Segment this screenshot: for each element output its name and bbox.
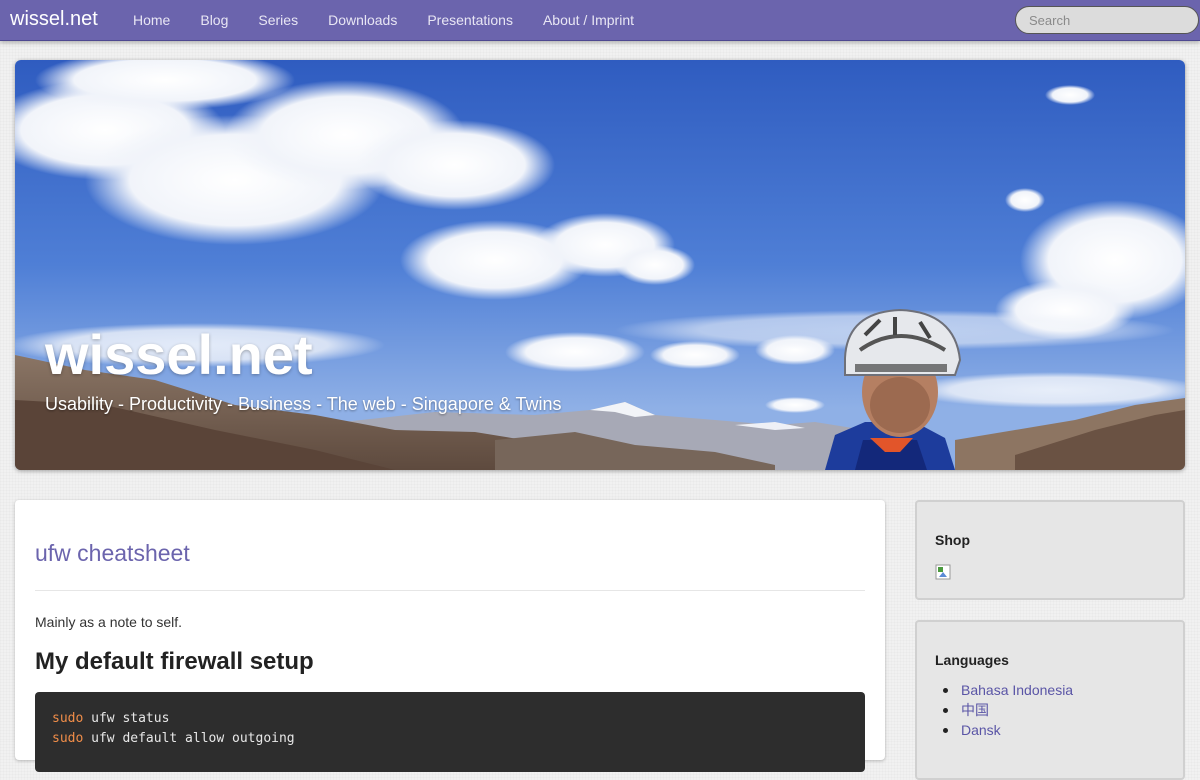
language-link[interactable]: Bahasa Indonesia: [935, 680, 1073, 700]
code-keyword: sudo: [52, 711, 84, 726]
post-card: ufw cheatsheet Mainly as a note to self.…: [15, 500, 885, 772]
nav-series[interactable]: Series: [243, 0, 313, 40]
shop-widget: Shop: [915, 500, 1185, 600]
site-title: wissel.net: [45, 323, 313, 386]
code-keyword: sudo: [52, 731, 84, 746]
nav-links: Home Blog Series Downloads Presentations…: [118, 0, 649, 40]
nav-about-imprint[interactable]: About / Imprint: [528, 0, 649, 40]
brand-logo-link[interactable]: wissel.net: [10, 8, 98, 31]
hero-banner: wissel.net Usability - Productivity - Bu…: [15, 60, 1185, 470]
post-intro: Mainly as a note to self.: [35, 614, 183, 630]
code-text: ufw status: [83, 711, 170, 726]
broken-image-icon[interactable]: [935, 564, 951, 580]
languages-widget: Languages Bahasa Indonesia 中国 Dansk: [915, 620, 1185, 780]
language-link[interactable]: Dansk: [935, 720, 1073, 740]
languages-list: Bahasa Indonesia 中国 Dansk: [935, 680, 1073, 740]
nav-blog[interactable]: Blog: [185, 0, 243, 40]
nav-presentations[interactable]: Presentations: [412, 0, 528, 40]
code-text: ufw default allow outgoing: [83, 731, 295, 746]
section-heading: My default firewall setup: [35, 648, 314, 675]
code-block: sudo ufw status sudo ufw default allow o…: [35, 692, 865, 772]
post-title-link[interactable]: ufw cheatsheet: [35, 540, 190, 567]
divider: [35, 590, 865, 591]
nav-downloads[interactable]: Downloads: [313, 0, 412, 40]
search-input[interactable]: [1015, 6, 1199, 34]
language-link[interactable]: 中国: [935, 700, 1073, 720]
code-line: sudo ufw status: [52, 709, 865, 729]
site-tagline: Usability - Productivity - Business - Th…: [45, 394, 562, 414]
navbar: wissel.net Home Blog Series Downloads Pr…: [0, 0, 1200, 41]
nav-home[interactable]: Home: [118, 0, 185, 40]
code-line: sudo ufw default allow outgoing: [52, 729, 865, 749]
shop-heading: Shop: [935, 532, 970, 548]
languages-heading: Languages: [935, 652, 1009, 668]
